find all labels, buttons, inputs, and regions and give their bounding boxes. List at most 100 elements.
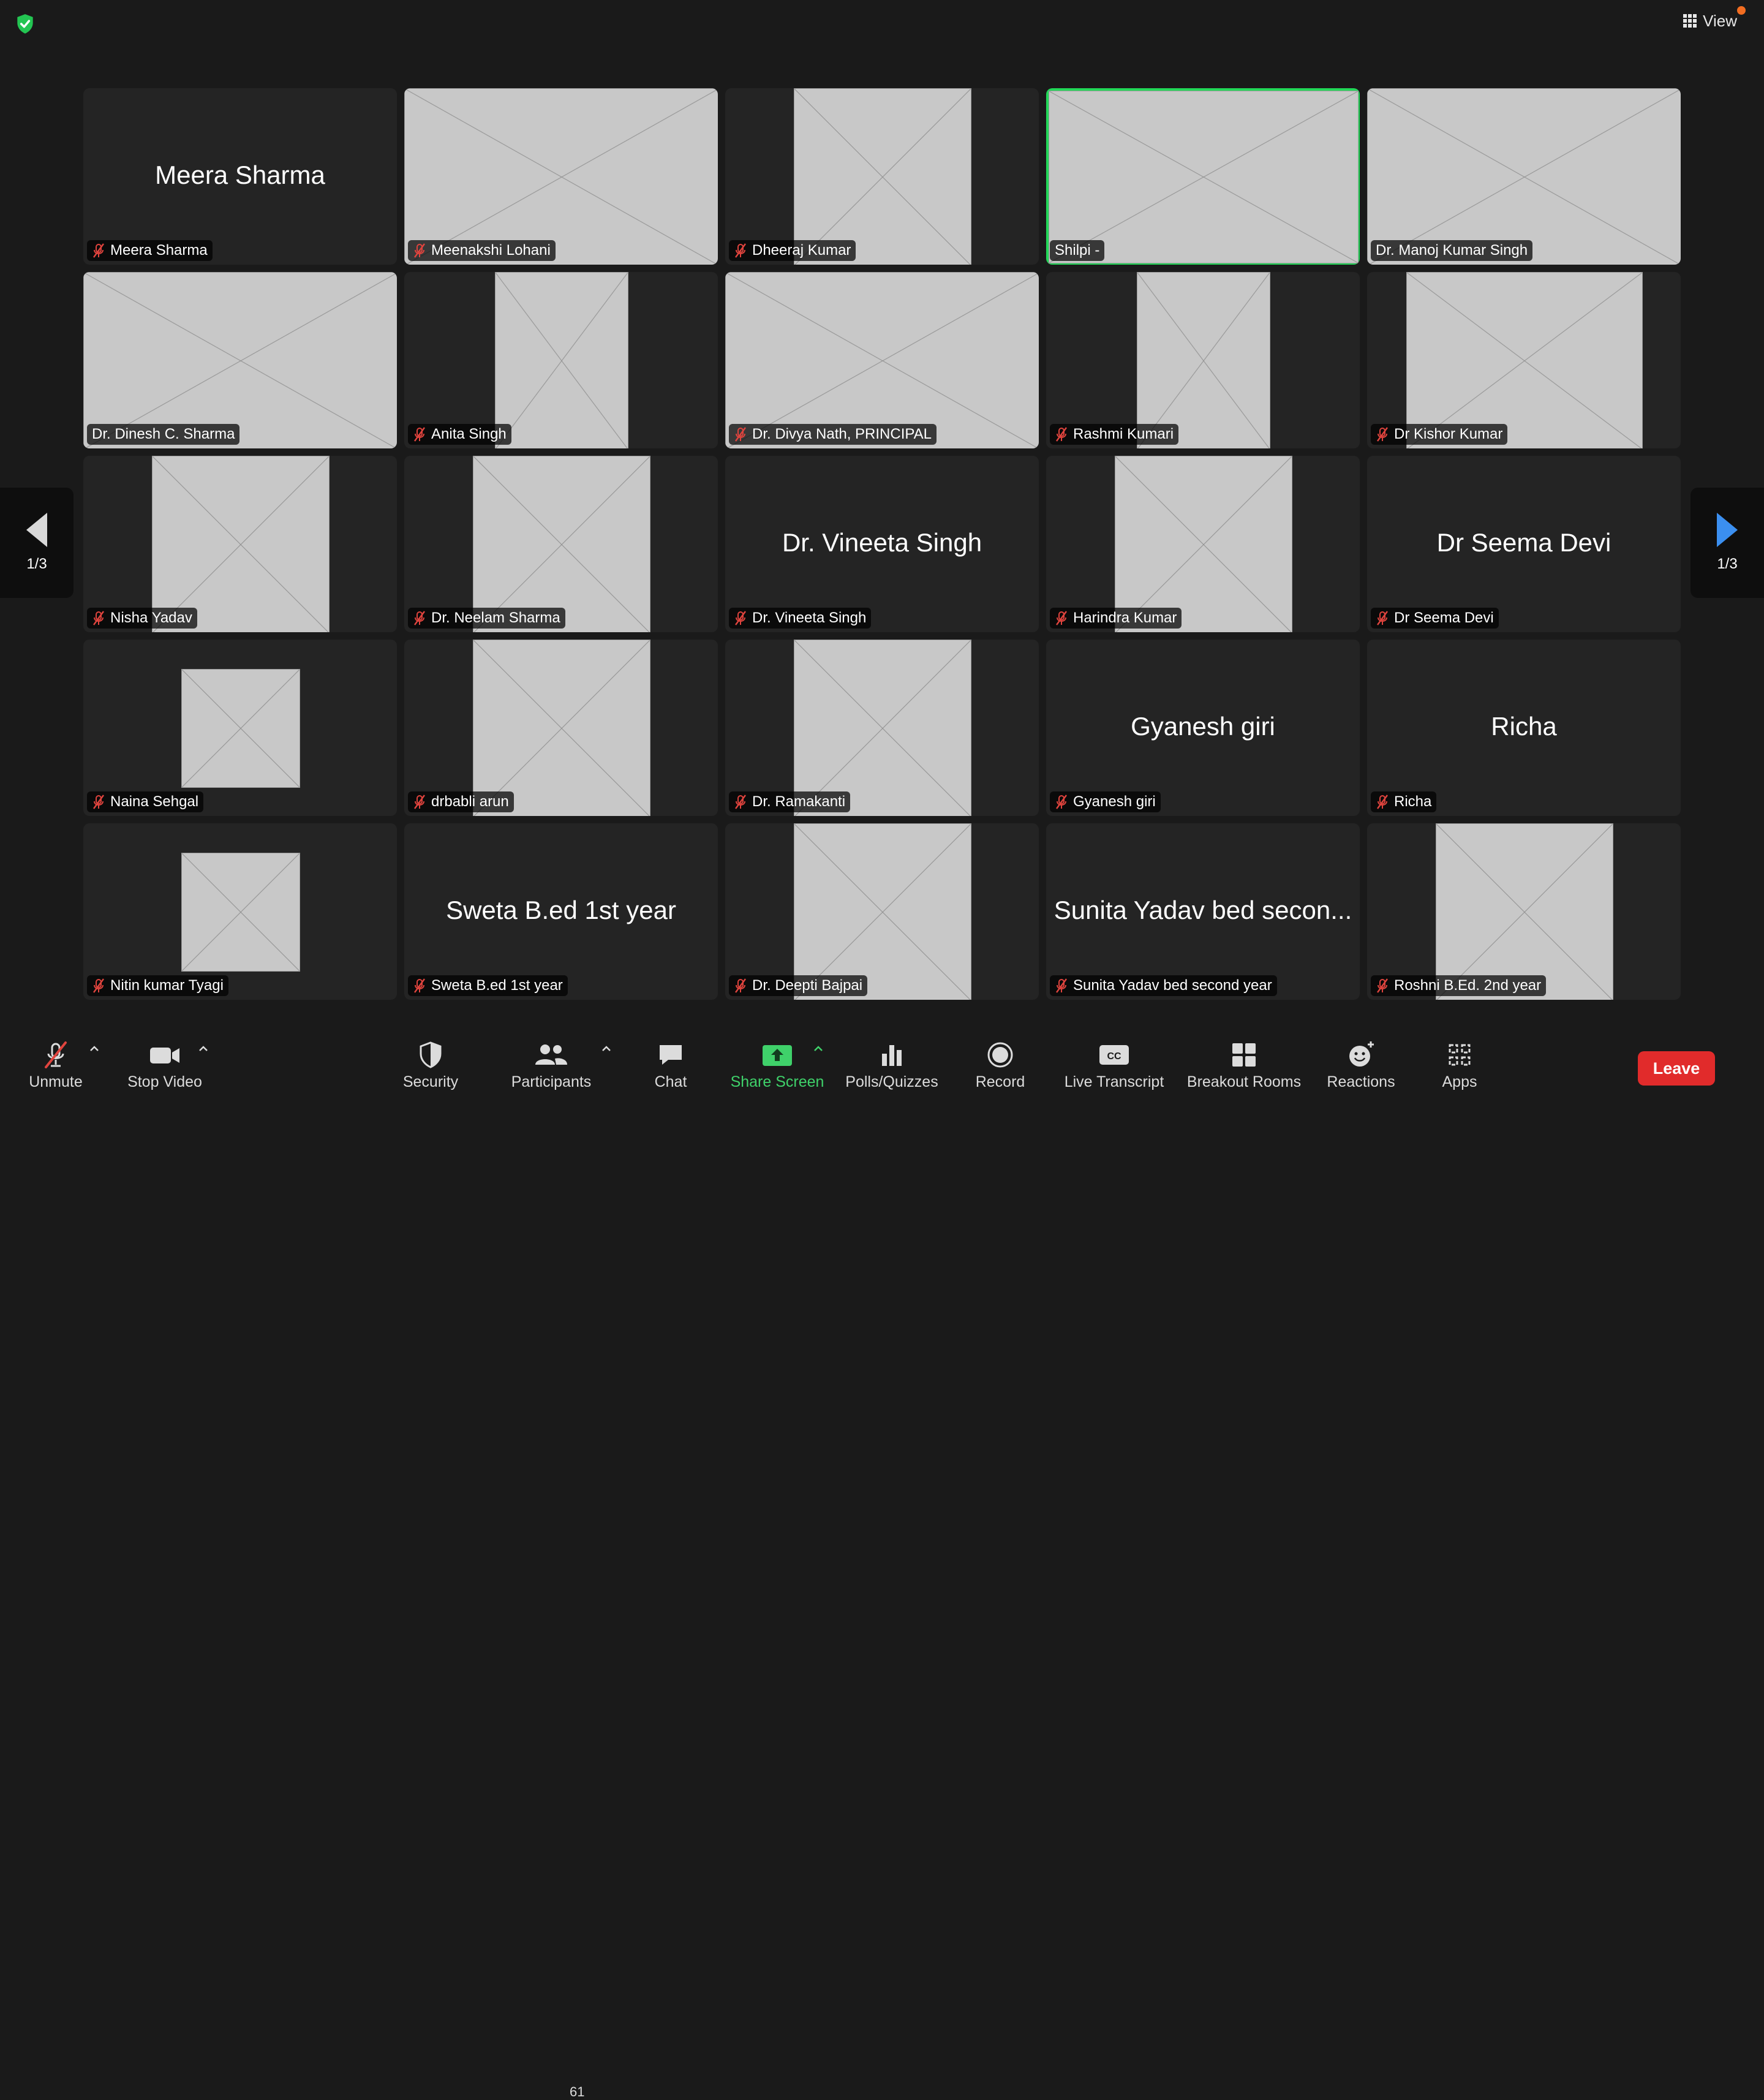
breakout-rooms-icon (1232, 1043, 1256, 1067)
muted-microphone-icon (1056, 427, 1067, 442)
participant-name-tag: Dr. Deepti Bajpai (729, 975, 868, 996)
participant-name-tag: Harindra Kumar (1050, 608, 1182, 629)
muted-microphone-icon (735, 243, 746, 258)
live-transcript-button[interactable]: CC Live Transcript (1062, 1039, 1166, 1100)
participant-tile[interactable]: Dr. Dinesh C. Sharma (83, 272, 397, 448)
participant-name-label: Dr. Dinesh C. Sharma (92, 426, 235, 442)
participant-name-tag: Gyanesh giri (1050, 791, 1161, 812)
participant-tile[interactable]: Dr. Ramakanti (725, 640, 1039, 816)
page-indicator-left: 1/3 (26, 556, 47, 572)
participant-tile[interactable]: Dr. Vineeta Singh Dr. Vineeta Singh (725, 456, 1039, 632)
share-screen-label: Share Screen (730, 1073, 824, 1090)
participant-tile[interactable]: Shilpi - (1046, 88, 1360, 265)
participant-video-placeholder (181, 853, 300, 972)
muted-microphone-icon (93, 611, 104, 625)
participants-button[interactable]: Participants (506, 1039, 597, 1100)
participant-tile[interactable]: Meera Sharma Meera Sharma (83, 88, 397, 265)
participant-tile[interactable]: Dr. Deepti Bajpai (725, 823, 1039, 1000)
participant-tile[interactable]: Gyanesh giri Gyanesh giri (1046, 640, 1360, 816)
record-button[interactable]: Record (971, 1039, 1029, 1100)
participant-tile[interactable]: Dr Seema Devi Dr Seema Devi (1367, 456, 1681, 632)
security-label: Security (402, 1073, 459, 1090)
participant-tile[interactable]: Anita Singh (404, 272, 718, 448)
participant-tile[interactable]: Nisha Yadav (83, 456, 397, 632)
svg-text:CC: CC (1107, 1051, 1121, 1062)
video-camera-icon (150, 1048, 179, 1063)
participant-tile[interactable]: Sweta B.ed 1st year Sweta B.ed 1st year (404, 823, 718, 1000)
polls-quizzes-button[interactable]: Polls/Quizzes (843, 1039, 941, 1100)
participant-tile[interactable]: Nitin kumar Tyagi (83, 823, 397, 1000)
muted-microphone-icon (414, 243, 425, 258)
muted-microphone-icon (1377, 611, 1388, 625)
participant-name-tag: Sweta B.ed 1st year (408, 975, 568, 996)
previous-page-button[interactable]: 1/3 (0, 488, 74, 598)
muted-microphone-icon (93, 795, 104, 809)
participant-tile[interactable]: Dr. Manoj Kumar Singh (1367, 88, 1681, 265)
view-button[interactable]: View (1677, 6, 1746, 31)
participant-name-tag: Dr Kishor Kumar (1371, 424, 1508, 445)
chat-button[interactable]: Chat (647, 1039, 695, 1100)
breakout-rooms-label: Breakout Rooms (1186, 1073, 1302, 1090)
participant-video-placeholder (794, 640, 971, 816)
participant-name-tag: Dr. Neelam Sharma (408, 608, 565, 629)
participant-name-tag: Sunita Yadav bed second year (1050, 975, 1277, 996)
participant-name-tag: Dr. Ramakanti (729, 791, 851, 812)
participant-tile[interactable]: Roshni B.Ed. 2nd year (1367, 823, 1681, 1000)
apps-button[interactable]: Apps (1438, 1039, 1481, 1100)
participant-name-tag: Dr. Dinesh C. Sharma (87, 424, 240, 445)
participant-tile[interactable]: Naina Sehgal (83, 640, 397, 816)
arrow-right-icon (1717, 513, 1738, 547)
participant-video-placeholder (152, 456, 330, 632)
participants-icon (535, 1044, 567, 1065)
audio-options-caret-icon[interactable] (88, 1043, 100, 1055)
muted-microphone-icon (93, 978, 104, 993)
participant-tile[interactable]: Dr. Divya Nath, PRINCIPAL (725, 272, 1039, 448)
breakout-rooms-button[interactable]: Breakout Rooms (1186, 1039, 1302, 1100)
muted-microphone-icon (1056, 611, 1067, 625)
shield-icon (420, 1041, 442, 1068)
participant-display-name: Meera Sharma (155, 161, 325, 189)
muted-microphone-icon (1377, 978, 1388, 993)
participant-display-name: Sunita Yadav bed secon... (1054, 896, 1352, 924)
participant-tile[interactable]: drbabli arun (404, 640, 718, 816)
reactions-button[interactable]: Reactions (1325, 1039, 1396, 1100)
leave-button[interactable]: Leave (1638, 1051, 1715, 1086)
participant-tile[interactable]: Dr. Neelam Sharma (404, 456, 718, 632)
next-page-button[interactable]: 1/3 (1691, 488, 1764, 598)
participant-tile[interactable]: Rashmi Kumari (1046, 272, 1360, 448)
participant-tile[interactable]: Richa Richa (1367, 640, 1681, 816)
microphone-muted-icon (45, 1041, 67, 1068)
reactions-label: Reactions (1327, 1073, 1395, 1090)
unmute-label: Unmute (29, 1073, 83, 1090)
participant-name-label: Dr. Neelam Sharma (431, 610, 560, 626)
participant-tile[interactable]: Dr Kishor Kumar (1367, 272, 1681, 448)
participant-name-tag: drbabli arun (408, 791, 514, 812)
participant-tile[interactable]: Harindra Kumar (1046, 456, 1360, 632)
participant-name-tag: Meera Sharma (87, 240, 213, 261)
muted-microphone-icon (735, 978, 746, 993)
participant-display-name: Sweta B.ed 1st year (446, 896, 676, 924)
participant-tile[interactable]: Meenakshi Lohani (404, 88, 718, 265)
security-button[interactable]: Security (397, 1039, 464, 1100)
participant-name-label: Meenakshi Lohani (431, 242, 551, 259)
share-screen-button[interactable]: Share Screen (729, 1039, 826, 1100)
participant-tile[interactable]: Sunita Yadav bed secon... Sunita Yadav be… (1046, 823, 1360, 1000)
unmute-button[interactable]: Unmute (23, 1039, 88, 1100)
muted-microphone-icon (735, 427, 746, 442)
muted-microphone-icon (735, 611, 746, 625)
share-options-caret-icon[interactable] (812, 1043, 824, 1055)
participant-name-label: Dr. Deepti Bajpai (752, 977, 863, 994)
video-options-caret-icon[interactable] (197, 1043, 209, 1055)
participants-options-caret-icon[interactable] (600, 1043, 612, 1055)
participant-name-label: Dr. Ramakanti (752, 793, 846, 810)
chat-label: Chat (654, 1073, 687, 1090)
participant-name-label: Nitin kumar Tyagi (110, 977, 224, 994)
participant-tile[interactable]: Dheeraj Kumar (725, 88, 1039, 265)
smiley-plus-icon (1349, 1041, 1374, 1067)
participant-display-name: Gyanesh giri (1131, 712, 1275, 741)
stop-video-button[interactable]: Stop Video (120, 1039, 209, 1100)
participant-name-label: Dr. Divya Nath, PRINCIPAL (752, 426, 932, 442)
participant-display-name: Dr Seema Devi (1436, 528, 1611, 557)
muted-microphone-icon (1377, 795, 1388, 809)
security-shield-icon[interactable] (13, 12, 37, 36)
